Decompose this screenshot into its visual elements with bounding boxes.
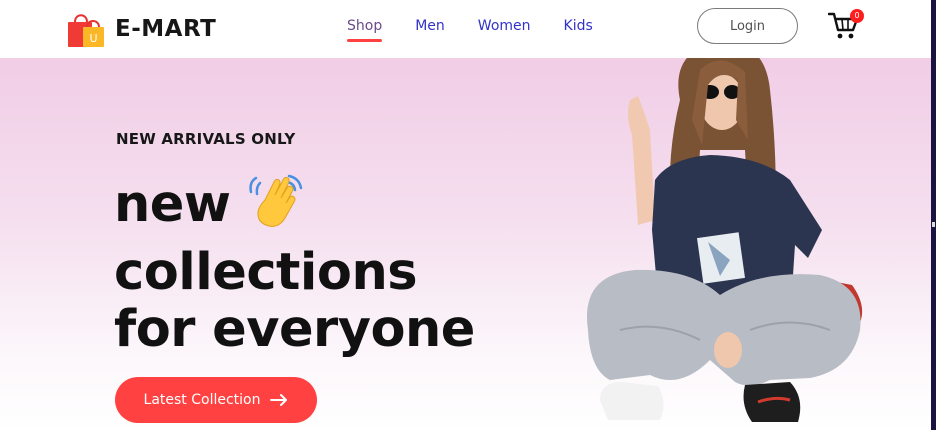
shopping-bag-icon: U	[66, 10, 106, 48]
nav-item-label: Women	[477, 18, 531, 34]
navbar: U E-MART Shop Men Women Kids Login 0	[0, 0, 931, 58]
nav-item-men[interactable]: Men	[415, 18, 445, 34]
headline-line-3: for everyone	[114, 300, 475, 359]
model-photo	[560, 58, 880, 430]
brand-logo[interactable]: U E-MART	[66, 10, 216, 48]
cta-label: Latest Collection	[143, 392, 261, 408]
nav-item-kids[interactable]: Kids	[564, 18, 593, 34]
headline-line-2: collections	[114, 243, 418, 302]
nav-item-label: Men	[415, 18, 445, 34]
nav-item-label: Shop	[347, 18, 383, 34]
arrow-right-icon	[270, 394, 288, 406]
window-edge	[931, 0, 936, 430]
waving-hand-icon	[245, 170, 307, 244]
headline-text: new	[114, 175, 231, 234]
cart-count-badge: 0	[850, 9, 864, 23]
nav-item-shop[interactable]: Shop	[347, 18, 383, 42]
logo-letter: U	[89, 32, 97, 45]
active-underline	[347, 39, 383, 42]
hero-headline: new collections for everyone	[114, 170, 475, 358]
edge-mark	[932, 222, 935, 227]
nav-item-women[interactable]: Women	[478, 18, 531, 34]
nav-item-label: Kids	[563, 18, 593, 34]
login-button[interactable]: Login	[697, 8, 798, 44]
headline-line-1: new	[114, 170, 475, 244]
latest-collection-button[interactable]: Latest Collection	[115, 377, 317, 423]
hero-tagline: NEW ARRIVALS ONLY	[116, 130, 296, 148]
hero-banner: NEW ARRIVALS ONLY new collections for ev…	[0, 58, 931, 430]
main-nav: Shop Men Women Kids	[347, 18, 593, 42]
brand-name: E-MART	[115, 16, 217, 42]
